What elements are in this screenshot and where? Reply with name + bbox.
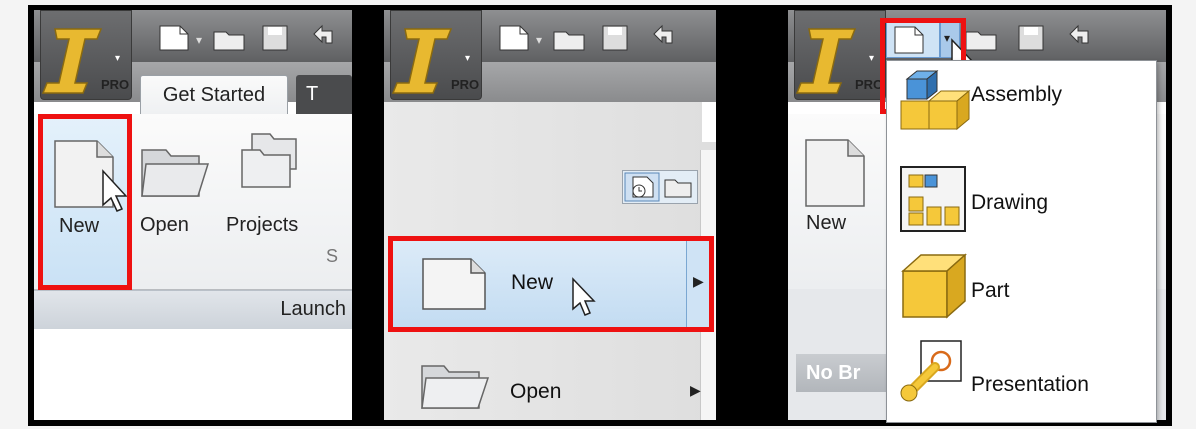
undo-icon: [1069, 24, 1089, 44]
open-folder-icon: [213, 31, 245, 51]
open-folder-icon: [141, 149, 210, 197]
drawing-icon: [900, 166, 966, 232]
new-dropdown-menu: Assembly Drawing Part Presentation: [886, 60, 1157, 423]
panel-ribbon: ▾ ▾ PRO Get Started T New Open Projects …: [34, 10, 352, 420]
red-highlight-box: [38, 114, 132, 290]
qat-buttons: ▾: [499, 24, 673, 51]
save-icon: [602, 25, 628, 51]
view-toggle[interactable]: [622, 170, 698, 204]
save-icon: [1018, 25, 1044, 51]
open-folder-icon: [421, 365, 490, 409]
dropdown-item-part[interactable]: Part: [887, 247, 1156, 331]
open-button[interactable]: Open: [136, 116, 216, 266]
tab-next-partial[interactable]: T: [296, 75, 352, 115]
chevron-down-icon: ▾: [196, 33, 202, 47]
assembly-icon: [900, 69, 971, 131]
pro-badge: PRO: [451, 77, 480, 92]
app-logo-button[interactable]: ▾ PRO: [40, 10, 132, 100]
pro-badge: PRO: [855, 77, 884, 92]
menu-item-open-label: Open: [510, 380, 562, 403]
dropdown-item-drawing-label: Drawing: [971, 191, 1049, 214]
panel-app-menu: ▾ ▾ PRO New ▶ Open ▶: [384, 10, 716, 420]
new-document-icon: [805, 139, 865, 207]
browser-header-label: No Br: [806, 362, 861, 384]
projects-button-label: Projects: [226, 214, 299, 236]
app-logo-button[interactable]: ▾ PRO: [794, 10, 886, 100]
open-documents-icon: [664, 179, 692, 198]
group-partial-label: S: [326, 246, 339, 266]
dropdown-item-presentation[interactable]: Presentation: [887, 333, 1156, 417]
part-icon: [901, 253, 967, 319]
new-document-icon: [159, 25, 189, 51]
undo-icon: [313, 24, 333, 44]
chevron-down-icon: ▾: [115, 53, 121, 64]
presentation-icon: [900, 340, 962, 402]
new-document-icon: [499, 25, 529, 51]
qat-buttons: [965, 24, 1089, 51]
dropdown-item-drawing[interactable]: Drawing: [887, 157, 1156, 241]
dropdown-item-presentation-label: Presentation: [971, 373, 1089, 396]
dropdown-item-part-label: Part: [971, 279, 1010, 302]
recent-documents-icon: [624, 172, 660, 202]
open-folder-icon: [553, 31, 585, 51]
dropdown-item-assembly-label: Assembly: [971, 83, 1063, 106]
menu-item-open[interactable]: Open ▶: [392, 352, 702, 420]
projects-button[interactable]: Projects: [220, 116, 320, 266]
launch-group-bar: Launch: [34, 290, 352, 329]
red-highlight-box: [388, 236, 714, 332]
open-button-label: Open: [140, 214, 189, 236]
chevron-right-icon: ▶: [690, 382, 701, 398]
tab-get-started[interactable]: Get Started: [140, 75, 288, 116]
new-button-label[interactable]: New: [806, 212, 846, 235]
launch-group-label: Launch: [280, 298, 346, 320]
chevron-down-icon: ▾: [465, 53, 471, 64]
save-icon: [262, 25, 288, 51]
chevron-down-icon: ▾: [536, 33, 542, 47]
projects-folder-icon: [241, 133, 297, 188]
app-logo-button[interactable]: ▾ PRO: [390, 10, 482, 100]
dropdown-item-assembly[interactable]: Assembly: [887, 67, 1156, 151]
undo-icon: [653, 24, 673, 44]
chevron-down-icon: ▾: [869, 53, 875, 64]
recent-and-open-icons: [624, 172, 692, 202]
qat-buttons: ▾: [159, 24, 333, 51]
screenshot-frame: ▾ ▾ PRO Get Started T New Open Projects …: [28, 5, 1172, 426]
pro-badge: PRO: [101, 77, 130, 92]
